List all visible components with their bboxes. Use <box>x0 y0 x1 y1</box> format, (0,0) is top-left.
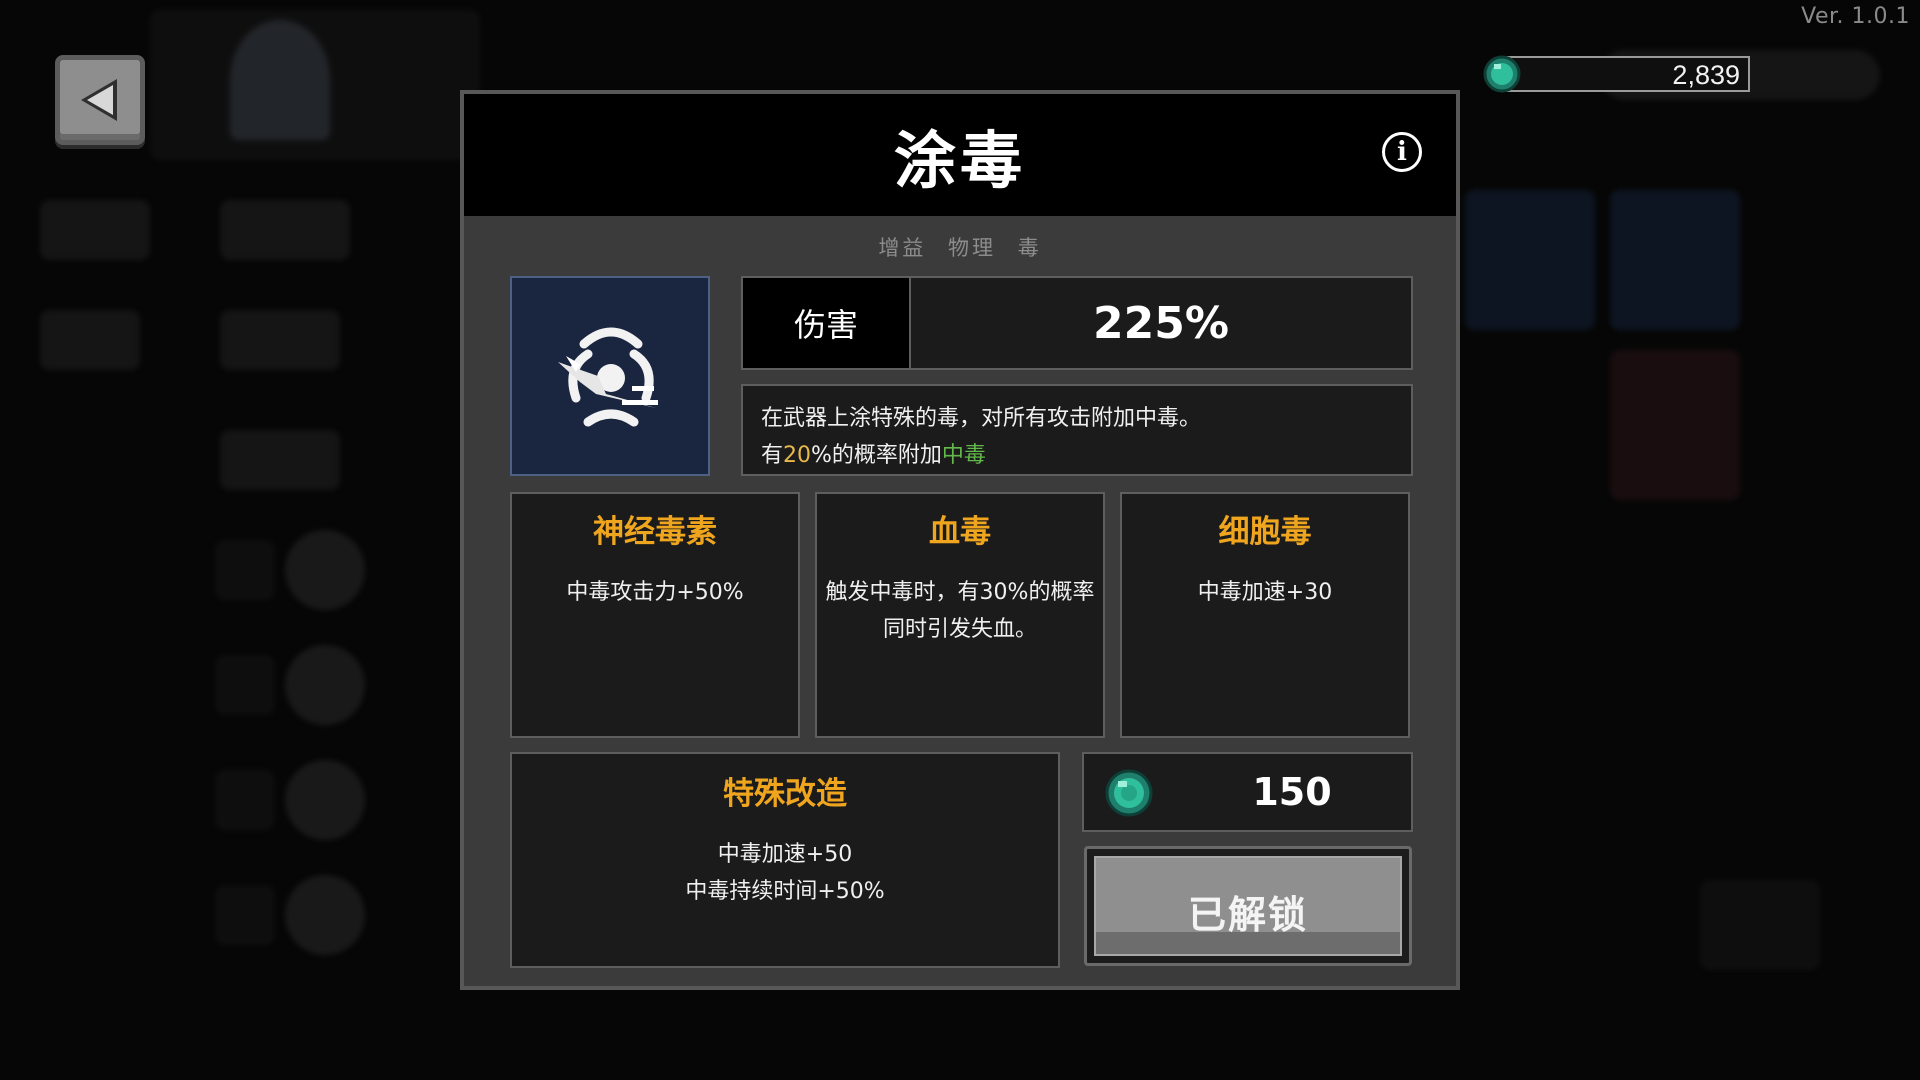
green-gem-icon <box>1105 769 1153 817</box>
unlocked-button[interactable]: 已解锁 <box>1084 846 1412 966</box>
unlock-cost: 150 <box>1082 752 1413 832</box>
damage-label: 伤害 <box>743 278 911 368</box>
upgrade-description: 中毒攻击力+50% <box>566 580 744 605</box>
special-description-line-2: 中毒持续时间+50% <box>685 879 885 904</box>
game-screen: Ver. 1.0.1 2,839 涂毒 i 增益 物理 毒 伤害 225% 在武… <box>0 0 1920 1080</box>
upgrade-card-blood-poison[interactable]: 血毒 触发中毒时，有30%的概率同时引发失血。 <box>815 492 1105 738</box>
description-middle: %的概率附加 <box>811 443 942 468</box>
description-line-2: 有20%的概率附加中毒 <box>761 437 986 469</box>
gem-counter-bar: 2,839 <box>1502 56 1750 92</box>
gem-amount: 2,839 <box>1672 60 1740 90</box>
upgrade-title: 血毒 <box>929 514 991 550</box>
skill-tags: 增益 物理 毒 <box>464 232 1456 262</box>
skill-detail-panel: 涂毒 i 增益 物理 毒 伤害 225% 在武器上涂特殊的毒，对所有攻击附加中毒… <box>460 90 1460 990</box>
skill-title: 涂毒 <box>893 124 1026 197</box>
special-description: 中毒加速+50 中毒持续时间+50% <box>512 836 1058 910</box>
description-line-1: 在武器上涂特殊的毒，对所有攻击附加中毒。 <box>761 406 1202 431</box>
upgrade-title: 细胞毒 <box>1218 514 1312 550</box>
description-prefix: 有 <box>761 443 784 468</box>
damage-stat-row: 伤害 225% <box>741 276 1413 370</box>
upgrade-description: 中毒加速+30 <box>1197 580 1333 605</box>
chance-value: 20 <box>783 443 812 468</box>
back-button[interactable] <box>55 55 145 145</box>
skill-tag: 毒 <box>1017 236 1042 260</box>
poison-effect-keyword: 中毒 <box>941 443 986 468</box>
skill-tag: 物理 <box>948 236 996 260</box>
special-title: 特殊改造 <box>723 776 847 812</box>
green-gem-icon <box>1483 55 1521 93</box>
unlocked-button-face: 已解锁 <box>1094 856 1402 956</box>
poison-biohazard-icon <box>558 327 658 427</box>
info-button[interactable]: i <box>1382 132 1422 172</box>
special-description-line-1: 中毒加速+50 <box>717 842 853 867</box>
info-icon: i <box>1397 137 1407 167</box>
skill-description: 在武器上涂特殊的毒，对所有攻击附加中毒。 有20%的概率附加中毒 <box>741 384 1413 476</box>
damage-value: 225% <box>1093 297 1229 349</box>
cost-value: 150 <box>1252 770 1332 814</box>
skill-icon-frame <box>510 276 710 476</box>
back-arrow-icon <box>75 75 125 125</box>
gem-counter: 2,839 <box>1482 54 1750 94</box>
special-modification-card[interactable]: 特殊改造 中毒加速+50 中毒持续时间+50% <box>510 752 1060 968</box>
skill-tag: 增益 <box>878 236 927 260</box>
upgrade-description: 触发中毒时，有30%的概率同时引发失血。 <box>825 580 1095 642</box>
upgrade-card-neurotoxin[interactable]: 神经毒素 中毒攻击力+50% <box>510 492 800 738</box>
version-label: Ver. 1.0.1 <box>1801 4 1910 29</box>
upgrade-title: 神经毒素 <box>593 514 717 550</box>
unlocked-button-label: 已解锁 <box>1187 893 1308 937</box>
upgrade-card-cytotoxin[interactable]: 细胞毒 中毒加速+30 <box>1120 492 1410 738</box>
